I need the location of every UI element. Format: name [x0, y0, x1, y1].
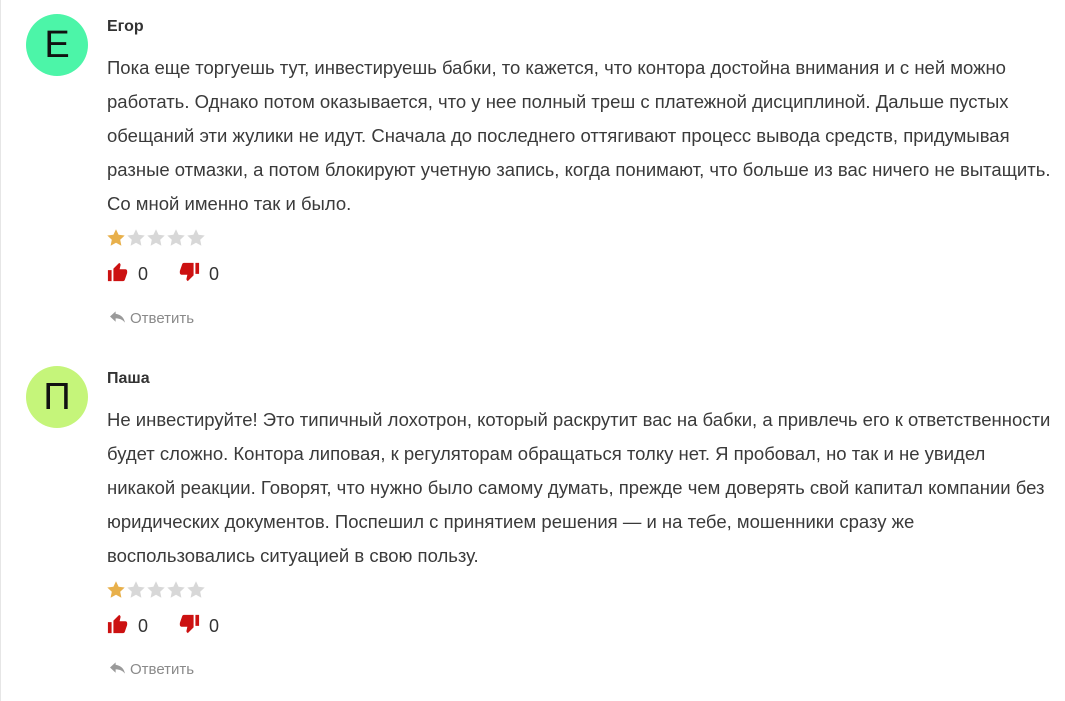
star-empty-icon — [127, 581, 145, 598]
star-empty-icon — [147, 229, 165, 246]
star-rating — [106, 228, 206, 248]
comment-text: Пока еще торгуешь тут, инвестируешь бабк… — [107, 57, 1051, 214]
star-rating — [106, 580, 206, 600]
like-count: 0 — [138, 264, 149, 284]
comment-text: Не инвестируйте! Это типичный лохотрон, … — [107, 409, 1051, 566]
reply-button[interactable]: Ответить — [110, 310, 194, 327]
reply-label: Ответить — [130, 310, 195, 327]
comment-item: Е Егор Пока еще торгуешь тут, инвестируе… — [0, 0, 1065, 350]
like-button[interactable]: 0 — [107, 613, 148, 640]
avatar: Е — [26, 14, 88, 76]
reply-icon — [110, 310, 130, 327]
star-empty-icon — [187, 581, 205, 598]
star-filled-icon — [107, 581, 125, 598]
star-empty-icon — [147, 581, 165, 598]
comment-author[interactable]: Егор — [107, 18, 144, 36]
thumbs-down-icon — [178, 613, 200, 640]
avatar: П — [26, 366, 88, 428]
thumbs-up-icon — [107, 261, 129, 288]
comment-author[interactable]: Паша — [107, 370, 150, 388]
like-count: 0 — [138, 616, 149, 636]
dislike-button[interactable]: 0 — [178, 261, 219, 288]
star-filled-icon — [107, 229, 125, 246]
reply-label: Ответить — [130, 661, 195, 678]
comment-item: П Паша Не инвестируйте! Это типичный лох… — [0, 352, 1065, 701]
dislike-button[interactable]: 0 — [178, 613, 219, 640]
dislike-count: 0 — [209, 616, 220, 636]
thumbs-down-icon — [178, 261, 200, 288]
thumbs-up-icon — [107, 613, 129, 640]
star-empty-icon — [167, 581, 185, 598]
vote-bar: 0 0 — [107, 261, 219, 288]
star-empty-icon — [187, 229, 205, 246]
vote-bar: 0 0 — [107, 613, 219, 640]
star-empty-icon — [127, 229, 145, 246]
reply-icon — [110, 661, 130, 678]
star-empty-icon — [167, 229, 185, 246]
like-button[interactable]: 0 — [107, 261, 148, 288]
dislike-count: 0 — [209, 264, 220, 284]
reply-button[interactable]: Ответить — [110, 661, 194, 678]
